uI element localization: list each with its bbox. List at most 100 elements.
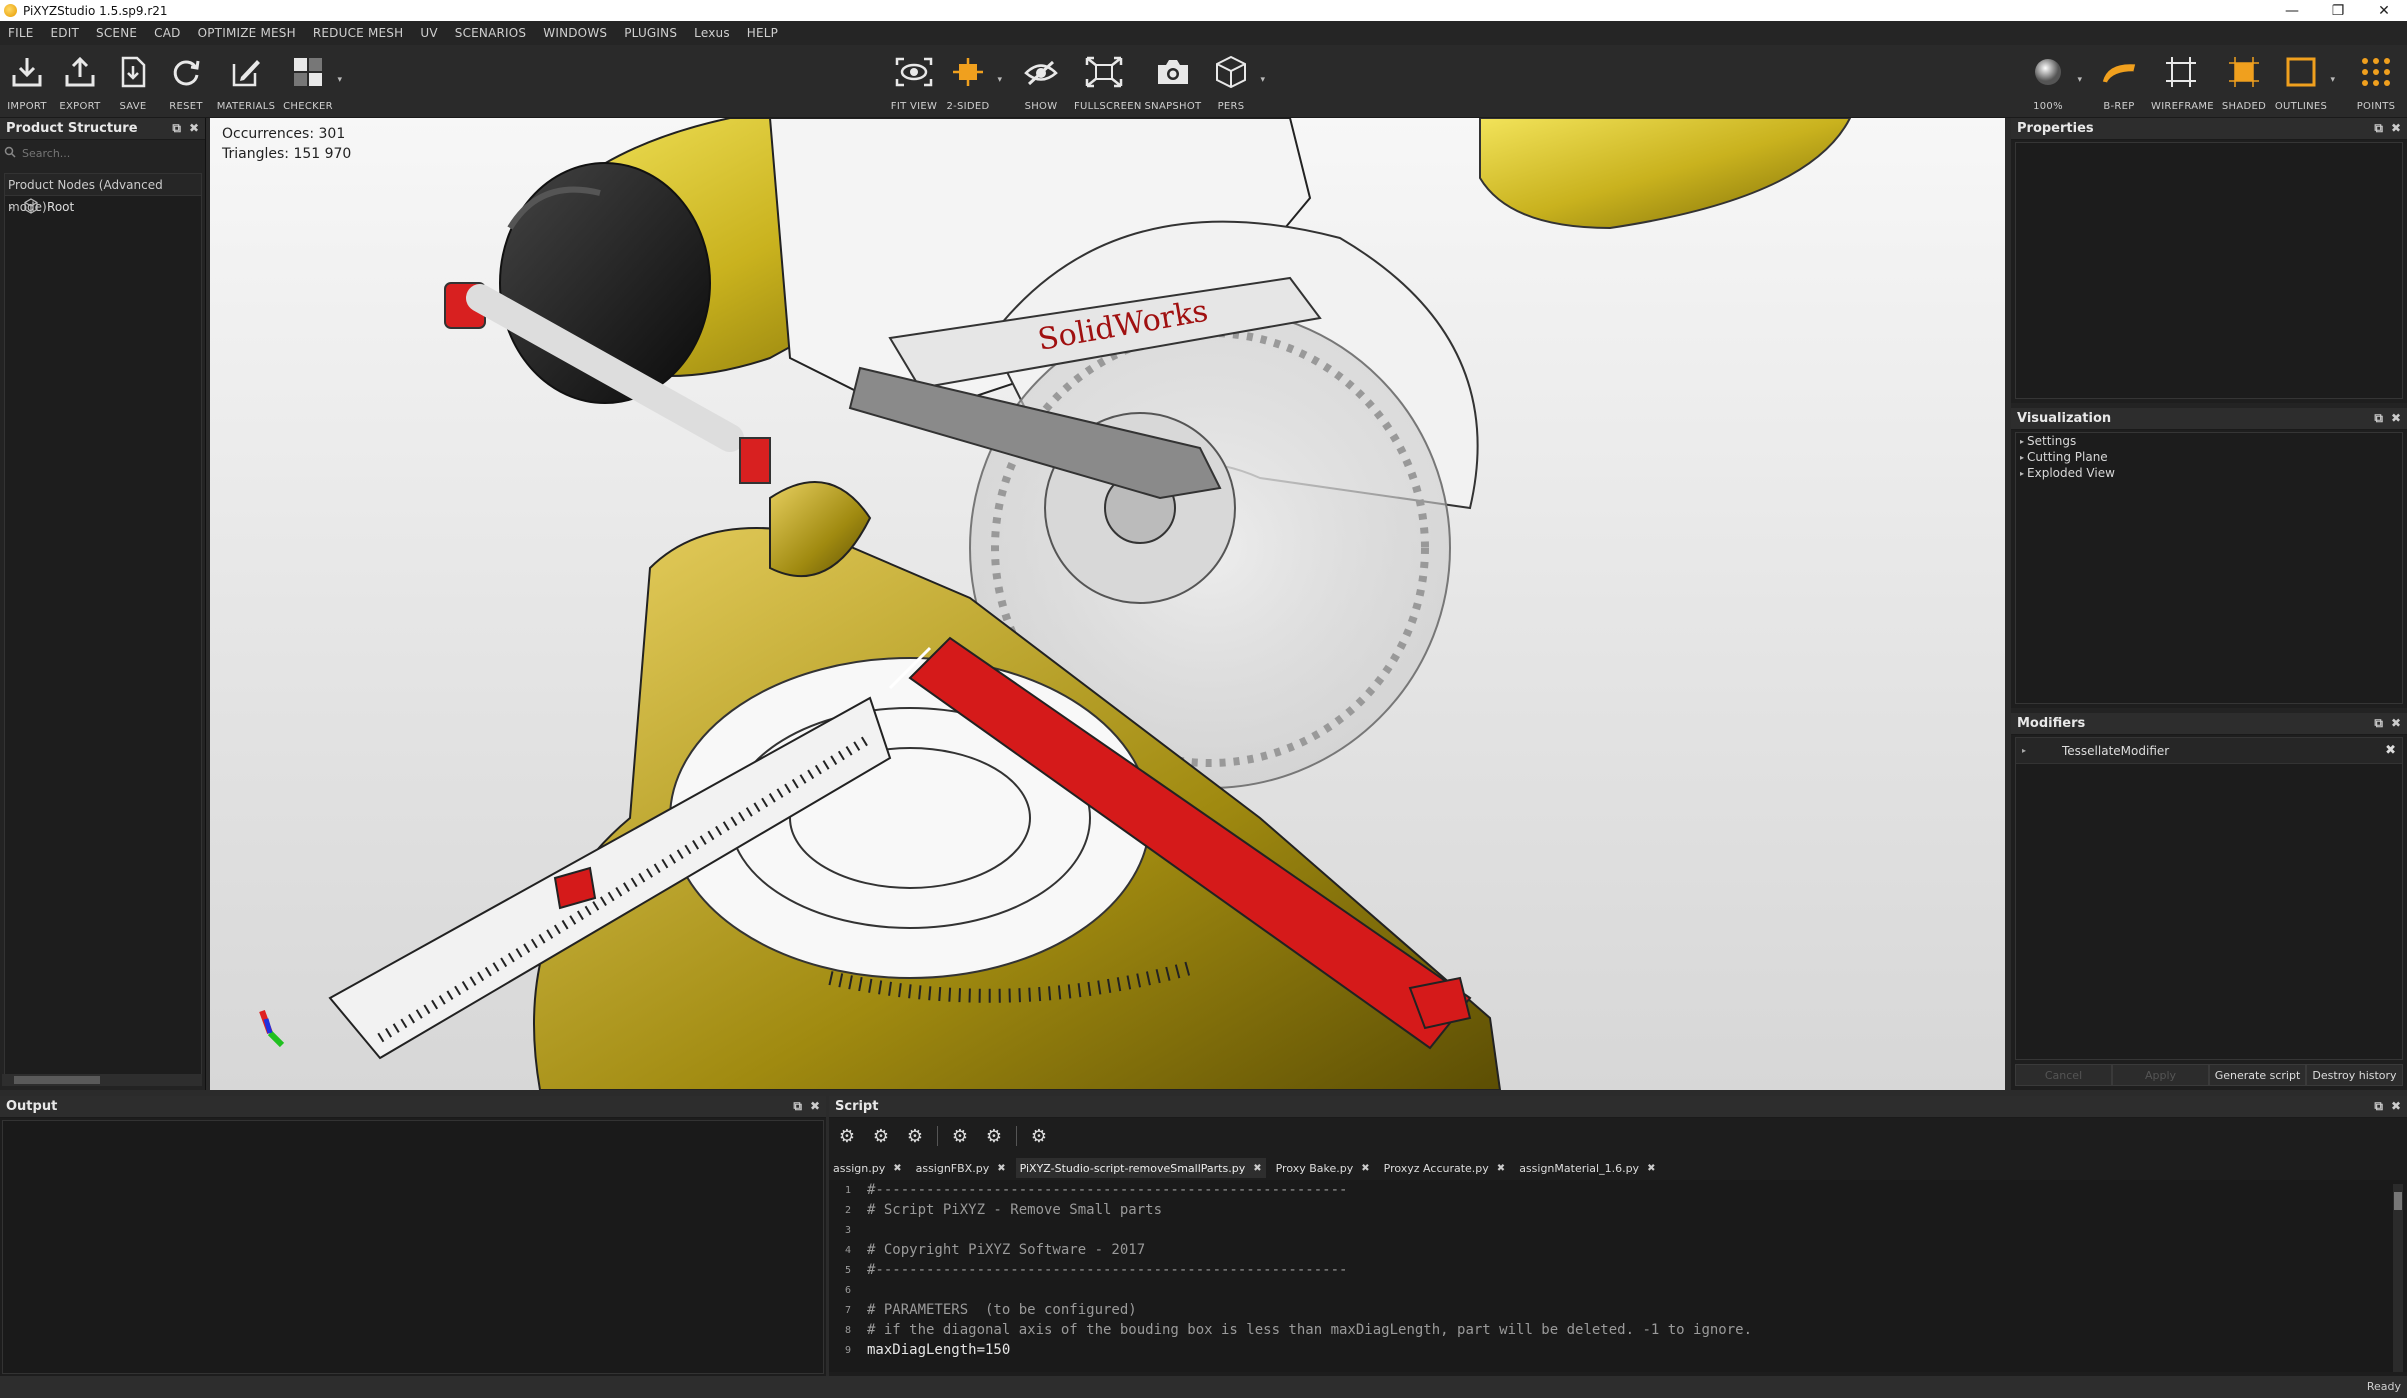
wireframe-button[interactable]: WIREFRAME <box>2151 53 2214 112</box>
right-panels: Properties ⧉ ✖ Visualization ⧉ ✖ ▸ Settings… <box>2011 118 2407 1090</box>
import-button[interactable]: IMPORT <box>0 53 57 112</box>
brep-button[interactable]: B-REP <box>2089 53 2149 112</box>
restore-icon[interactable]: ❐ <box>2315 0 2361 21</box>
debug-script-icon[interactable]: ⚙ <box>982 1124 1006 1148</box>
reset-button[interactable]: RESET <box>156 53 216 112</box>
scrollbar-thumb[interactable] <box>14 1076 100 1084</box>
code-line: 1 #--------------------------------------… <box>844 1182 1348 1198</box>
pers-button[interactable]: PERS ▾ <box>1201 53 1265 112</box>
menu-cad[interactable]: CAD <box>154 26 180 40</box>
undock-icon[interactable]: ⧉ <box>2374 716 2383 731</box>
run-script-icon[interactable]: ⚙ <box>948 1124 972 1148</box>
two-sided-dropdown-icon[interactable]: ▾ <box>997 75 1002 85</box>
menu-help[interactable]: HELP <box>747 26 778 40</box>
menu-optimize-mesh[interactable]: OPTIMIZE MESH <box>198 26 296 40</box>
tab-proxyz-accurate[interactable]: Proxyz Accurate.py ✖ <box>1380 1158 1510 1178</box>
undock-icon[interactable]: ⧉ <box>793 1099 802 1114</box>
app-logo-icon <box>4 4 17 17</box>
menu-file[interactable]: FILE <box>8 26 34 40</box>
tab-proxy-bake[interactable]: Proxy Bake.py ✖ <box>1272 1158 1374 1178</box>
checker-dropdown-icon[interactable]: ▾ <box>337 75 342 85</box>
code-editor[interactable]: 1 #--------------------------------------… <box>829 1180 2407 1372</box>
snapshot-button[interactable]: SNAPSHOT <box>1143 53 1203 112</box>
zoom-dropdown-icon[interactable]: ▾ <box>2077 75 2082 85</box>
points-button[interactable]: POINTS <box>2346 53 2406 112</box>
close-icon[interactable]: ✕ <box>2361 0 2407 21</box>
horizontal-scrollbar[interactable] <box>2 1074 202 1086</box>
export-button[interactable]: EXPORT <box>50 53 110 112</box>
minimize-icon[interactable]: — <box>2269 0 2315 21</box>
menu-edit[interactable]: EDIT <box>51 26 80 40</box>
close-tab-icon[interactable]: ✖ <box>1647 1163 1655 1174</box>
materials-button[interactable]: MATERIALS <box>216 53 276 112</box>
destroy-history-button[interactable]: Destroy history <box>2306 1064 2403 1086</box>
undock-icon[interactable]: ⧉ <box>2374 121 2383 136</box>
show-button[interactable]: SHOW <box>1011 53 1071 112</box>
tab-remove-small-parts[interactable]: PiXYZ-Studio-script-removeSmallParts.py ✖ <box>1015 1158 1266 1178</box>
close-tab-icon[interactable]: ✖ <box>1253 1163 1261 1174</box>
two-sided-button[interactable]: 2-SIDED ▾ <box>938 53 1002 112</box>
product-structure-panel: Product Structure ⧉✖ Product Nodes (Adva… <box>0 118 206 1090</box>
menu-bar: FILE EDIT SCENE CAD OPTIMIZE MESH REDUCE… <box>0 21 2407 45</box>
undock-icon[interactable]: ⧉ <box>2374 1099 2383 1114</box>
3d-viewport[interactable]: Occurrences: 301 Triangles: 151 970 Soli… <box>210 118 2005 1090</box>
open-script-icon[interactable]: ⚙ <box>869 1124 893 1148</box>
save-button[interactable]: SAVE <box>103 53 163 112</box>
save-script-icon[interactable]: ⚙ <box>903 1124 927 1148</box>
generate-script-button[interactable]: Generate script <box>2209 1064 2306 1086</box>
search-input[interactable] <box>22 146 192 160</box>
modifiers-panel: Modifiers ⧉ ✖ ▸ TessellateModifier ✖ Canc… <box>2011 713 2407 1090</box>
close-icon[interactable]: ✖ <box>810 1099 820 1114</box>
search-icon <box>4 146 16 161</box>
expand-arrow-icon[interactable]: ▸ <box>2022 746 2062 755</box>
checker-button[interactable]: CHECKER ▾ <box>278 53 342 112</box>
fit-view-button[interactable]: FIT VIEW <box>884 53 944 112</box>
viz-exploded-view[interactable]: ▸ Exploded View <box>2016 465 2402 481</box>
tree-node-root[interactable]: ▸ Root <box>5 196 201 218</box>
code-line: 2 # Script PiXYZ - Remove Small parts <box>844 1202 1163 1218</box>
remove-modifier-icon[interactable]: ✖ <box>2385 743 2396 758</box>
output-console[interactable] <box>2 1120 824 1374</box>
menu-uv[interactable]: UV <box>420 26 437 40</box>
add-function-icon[interactable]: ⚙ <box>1027 1124 1051 1148</box>
viz-cutting-plane[interactable]: ▸ Cutting Plane <box>2016 449 2402 465</box>
close-icon[interactable]: ✖ <box>2391 121 2401 136</box>
close-tab-icon[interactable]: ✖ <box>893 1163 901 1174</box>
pers-dropdown-icon[interactable]: ▾ <box>1260 75 1265 85</box>
viz-settings[interactable]: ▸ Settings <box>2016 433 2402 449</box>
cancel-button[interactable]: Cancel <box>2015 1064 2112 1086</box>
menu-lexus[interactable]: Lexus <box>694 26 730 40</box>
menu-scene[interactable]: SCENE <box>96 26 137 40</box>
close-tab-icon[interactable]: ✖ <box>1497 1163 1505 1174</box>
close-icon[interactable]: ✖ <box>2391 1099 2401 1114</box>
modifier-item[interactable]: ▸ TessellateModifier ✖ <box>2016 738 2402 764</box>
menu-reduce-mesh[interactable]: REDUCE MESH <box>313 26 404 40</box>
undock-icon[interactable]: ⧉ <box>172 121 181 136</box>
tab-assignfbx[interactable]: assignFBX.py ✖ <box>912 1158 1010 1178</box>
close-tab-icon[interactable]: ✖ <box>1361 1163 1369 1174</box>
fit-view-icon <box>895 53 933 91</box>
close-icon[interactable]: ✖ <box>189 121 199 136</box>
points-icon <box>2357 53 2395 91</box>
fullscreen-button[interactable]: FULLSCREEN <box>1074 53 1141 112</box>
menu-scenarios[interactable]: SCENARIOS <box>455 26 527 40</box>
menu-windows[interactable]: WINDOWS <box>543 26 607 40</box>
zoom-button[interactable]: 100% ▾ <box>2018 53 2082 112</box>
close-tab-icon[interactable]: ✖ <box>997 1163 1005 1174</box>
menu-plugins[interactable]: PLUGINS <box>624 26 677 40</box>
tab-assign-material[interactable]: assignMaterial_1.6.py ✖ <box>1515 1158 1659 1178</box>
undock-icon[interactable]: ⧉ <box>2374 411 2383 426</box>
outlines-dropdown-icon[interactable]: ▾ <box>2330 75 2335 85</box>
tab-assign[interactable]: assign.py ✖ <box>829 1158 906 1178</box>
scrollbar-thumb[interactable] <box>2394 1192 2402 1210</box>
expand-arrow-icon[interactable]: ▸ <box>9 203 13 212</box>
apply-button[interactable]: Apply <box>2112 1064 2209 1086</box>
outlines-button[interactable]: OUTLINES ▾ <box>2271 53 2335 112</box>
vertical-scrollbar[interactable] <box>2393 1184 2403 1372</box>
brep-surface-icon <box>2100 53 2138 91</box>
shaded-button[interactable]: SHADED <box>2214 53 2274 112</box>
new-script-icon[interactable]: ⚙ <box>835 1124 859 1148</box>
close-icon[interactable]: ✖ <box>2391 716 2401 731</box>
close-icon[interactable]: ✖ <box>2391 411 2401 426</box>
axis-gizmo <box>259 1009 285 1048</box>
